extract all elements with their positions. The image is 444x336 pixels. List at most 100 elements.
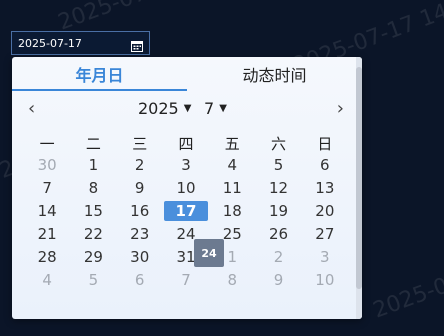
month-navigation: ‹ 2025 ▼ 7 ▼ › — [12, 95, 362, 125]
calendar-day[interactable]: 10 — [302, 269, 348, 292]
calendar-day[interactable]: 30 — [117, 246, 163, 269]
calendar-day[interactable]: 2 — [117, 154, 163, 177]
calendar-day-number: 8 — [227, 271, 238, 289]
calendar-day-number: 21 — [37, 225, 57, 243]
calendar-week-row: 30 1 2 3 4 5 6 — [24, 154, 348, 177]
calendar-day-number: 25 — [222, 225, 242, 243]
calendar-icon[interactable] — [131, 37, 143, 52]
calendar-day[interactable]: 5 — [70, 269, 116, 292]
calendar-day[interactable]: 21 — [24, 223, 70, 246]
calendar-day-number: 17 — [163, 201, 208, 221]
calendar-day-number: 7 — [42, 179, 52, 197]
calendar-day-number: 24 — [176, 225, 196, 243]
calendar-day[interactable]: 3 — [163, 154, 209, 177]
calendar-day[interactable]: 27 — [302, 223, 348, 246]
tab-date[interactable]: 年月日 — [12, 57, 187, 91]
calendar-day[interactable]: 16 — [117, 200, 163, 223]
calendar-day-number: 1 — [88, 156, 99, 174]
calendar-day[interactable]: 11 — [209, 177, 255, 200]
calendar-day-number: 20 — [315, 202, 335, 220]
calendar-day-number: 31 — [176, 248, 196, 266]
calendar-day-number: 30 — [37, 156, 57, 174]
calendar-day-number: 6 — [320, 156, 330, 174]
calendar-day[interactable]: 1 — [70, 154, 116, 177]
calendar-day-number: 4 — [42, 271, 52, 289]
calendar-day[interactable]: 23 — [117, 223, 163, 246]
calendar-day[interactable]: 30 — [24, 154, 70, 177]
calendar-day[interactable]: 8 — [70, 177, 116, 200]
calendar-day[interactable]: 8 — [209, 269, 255, 292]
calendar-week-row: 21 22 23 24 25 26 27 — [24, 223, 348, 246]
calendar-day-number: 5 — [88, 271, 99, 289]
calendar-day-number: 12 — [269, 179, 289, 197]
calendar-day-number: 1 — [227, 248, 238, 266]
calendar-day-number: 3 — [320, 248, 330, 266]
calendar-day[interactable]: 4 — [209, 154, 255, 177]
calendar-day-number: 10 — [315, 271, 335, 289]
calendar-week-row: 7 8 9 10 11 12 13 — [24, 177, 348, 200]
calendar-day[interactable]: 5 — [255, 154, 301, 177]
hover-tooltip: 24 — [194, 239, 224, 267]
scrollbar-thumb[interactable] — [356, 67, 362, 289]
calendar-day[interactable]: 2 — [255, 246, 301, 269]
calendar-day[interactable]: 10 — [163, 177, 209, 200]
calendar-day-number: 15 — [83, 202, 103, 220]
calendar-week-row: 4 5 6 7 8 9 10 — [24, 269, 348, 292]
calendar-day[interactable]: 22 — [70, 223, 116, 246]
chevron-right-icon[interactable]: › — [337, 97, 344, 121]
calendar-day-number: 10 — [176, 179, 196, 197]
calendar-day[interactable]: 12 — [255, 177, 301, 200]
calendar-day-selected[interactable]: 17 — [163, 200, 209, 223]
calendar-day-number: 22 — [83, 225, 103, 243]
calendar-week-row: 14 15 16 17 18 19 20 — [24, 200, 348, 223]
calendar-day[interactable]: 3 — [302, 246, 348, 269]
calendar-day-number: 7 — [181, 271, 191, 289]
calendar-day[interactable]: 9 — [255, 269, 301, 292]
calendar-day-number: 9 — [134, 179, 145, 197]
calendar-day-number: 14 — [37, 202, 57, 220]
calendar-day-number: 18 — [222, 202, 242, 220]
calendar-day-number: 13 — [315, 179, 335, 197]
date-input[interactable]: 2025-07-17 — [11, 31, 150, 55]
calendar-day[interactable]: 14 — [24, 200, 70, 223]
calendar-day[interactable]: 28 — [24, 246, 70, 269]
calendar-day[interactable]: 19 — [255, 200, 301, 223]
calendar-day[interactable]: 26 — [255, 223, 301, 246]
calendar-day-number: 8 — [88, 179, 99, 197]
calendar-day-number: 11 — [222, 179, 242, 197]
calendar-day[interactable]: 20 — [302, 200, 348, 223]
calendar-day[interactable]: 6 — [302, 154, 348, 177]
month-select[interactable]: 7 ▼ — [204, 99, 227, 118]
calendar-grid: 一 二 三 四 五 六 日 30 1 2 3 4 5 6 7 8 9 10 11 12 13 14 15 16 1… — [24, 131, 348, 292]
calendar-day[interactable]: 29 — [70, 246, 116, 269]
chevron-left-icon[interactable]: ‹ — [28, 97, 35, 121]
calendar-day-number: 2 — [273, 248, 284, 266]
date-picker-popup: 年月日 动态时间 ‹ 2025 ▼ 7 ▼ › 一 二 三 四 五 六 日 30… — [12, 57, 362, 319]
caret-down-icon: ▼ — [183, 103, 192, 114]
tab-dynamic-time[interactable]: 动态时间 — [187, 57, 362, 91]
calendar-day-number: 26 — [269, 225, 289, 243]
calendar-day[interactable]: 15 — [70, 200, 116, 223]
calendar-day-number: 30 — [130, 248, 150, 266]
calendar-day[interactable]: 7 — [163, 269, 209, 292]
year-select[interactable]: 2025 ▼ — [138, 99, 191, 118]
calendar-day-number: 9 — [273, 271, 284, 289]
calendar-day-number: 28 — [37, 248, 57, 266]
weekday-header: 一 二 三 四 五 六 日 — [24, 131, 348, 154]
calendar-day-number: 5 — [273, 156, 284, 174]
calendar-day[interactable]: 18 — [209, 200, 255, 223]
active-tab-indicator — [12, 89, 187, 91]
picker-tabs: 年月日 动态时间 — [12, 57, 362, 91]
calendar-day-number: 19 — [269, 202, 289, 220]
calendar-day[interactable]: 9 — [117, 177, 163, 200]
calendar-day[interactable]: 4 — [24, 269, 70, 292]
watermark: 2025-07-17 14:17 — [370, 232, 444, 324]
calendar-day-number: 16 — [130, 202, 150, 220]
calendar-day[interactable]: 7 — [24, 177, 70, 200]
caret-down-icon: ▼ — [219, 103, 227, 114]
calendar-day[interactable]: 6 — [117, 269, 163, 292]
calendar-day-number: 2 — [134, 156, 145, 174]
calendar-week-row: 28 29 30 31 1 2 3 — [24, 246, 348, 269]
calendar-day[interactable]: 13 — [302, 177, 348, 200]
calendar-day-number: 3 — [181, 156, 191, 174]
